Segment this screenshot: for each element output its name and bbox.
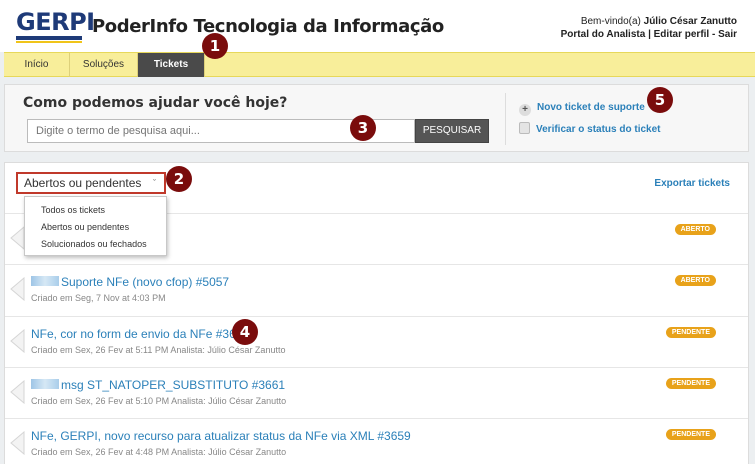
ticket-row[interactable]: msg ST_NATOPER_SUBSTITUTO #3661 Criado em… [5,367,748,419]
ticket-filter-select[interactable]: Abertos ou pendentes ˇ [16,172,166,194]
ticket-arrow-icon [10,380,25,404]
filter-selected: Abertos ou pendentes [24,176,142,190]
document-icon [519,122,530,134]
callout-3: 3 [350,115,376,141]
chevron-down-icon: ˇ [153,178,156,188]
check-status-label: Verificar o status do ticket [536,124,661,135]
status-badge: PENDENTE [665,429,716,440]
filter-option-all[interactable]: Todos os tickets [25,202,166,219]
filter-option-solved[interactable]: Solucionados ou fechados [25,236,166,253]
app-header: GERPI PoderInfo Tecnologia da Informação… [0,0,755,52]
ticket-row[interactable]: Suporte NFe (novo cfop) #5057 Criado em S… [5,264,748,316]
plus-icon: + [519,104,531,116]
export-tickets-link[interactable]: Exportar tickets [654,178,730,189]
callout-5: 5 [647,87,673,113]
filter-option-open[interactable]: Abertos ou pendentes [25,219,166,236]
divider [505,93,506,145]
ticket-row[interactable]: NFe, cor no form de envio da NFe #3662 Cr… [5,316,748,368]
user-name: Júlio César Zanutto [643,16,737,27]
callout-2: 2 [166,166,192,192]
ticket-arrow-icon [10,431,25,455]
redacted-text [31,276,59,286]
user-links[interactable]: Portal do Analista | Editar perfil - Sai… [561,28,737,41]
tab-solucoes[interactable]: Soluções [70,53,138,77]
ticket-title-text: msg ST_NATOPER_SUBSTITUTO #3661 [61,378,286,392]
ticket-meta: Criado em Sex, 26 Fev at 5:10 PM Analist… [31,396,287,406]
ticket-title-text: Suporte NFe (novo cfop) #5057 [61,275,230,289]
status-badge: ABERTO [674,224,716,235]
callout-1: 1 [202,33,228,59]
welcome-text: Bem-vindo(a) [580,16,641,27]
ticket-meta: Criado em Seg, 7 Nov at 4:03 PM [31,293,166,303]
ticket-title-text: NFe, cor no form de envio da NFe #3662 [31,327,250,341]
status-badge: PENDENTE [665,378,716,389]
logo-underline [16,36,82,40]
filter-dropdown: Todos os tickets Abertos ou pendentes So… [24,196,167,256]
search-button[interactable]: PESQUISAR [415,119,489,143]
ticket-meta: Criado em Sex, 26 Fev at 5:11 PM Analist… [31,345,286,355]
new-ticket-link[interactable]: + Novo ticket de suporte [519,102,645,116]
user-box: Bem-vindo(a) Júlio César Zanutto Portal … [561,15,737,41]
logo-underline-accent [16,41,82,43]
main-nav: Início Soluções Tickets [4,52,755,77]
ticket-title[interactable]: Suporte NFe (novo cfop) #5057 [31,275,229,289]
ticket-arrow-icon [10,277,25,301]
ticket-meta: Criado em Sex, 26 Fev at 4:48 PM Analist… [31,447,287,457]
ticket-title-text: NFe, GERPI, novo recurso para atualizar … [31,429,411,443]
logo[interactable]: GERPI [16,8,95,36]
company-title: PoderInfo Tecnologia da Informação [92,16,444,37]
ticket-title[interactable]: msg ST_NATOPER_SUBSTITUTO #3661 [31,378,285,392]
ticket-arrow-icon [10,226,25,250]
ticket-list-panel: Abertos ou pendentes ˇ Exportar tickets … [4,162,749,464]
redacted-text [31,379,59,389]
status-badge: PENDENTE [665,327,716,338]
check-status-link[interactable]: Verificar o status do ticket [519,122,661,135]
callout-4: 4 [232,319,258,345]
tab-tickets[interactable]: Tickets [138,53,205,77]
ticket-arrow-icon [10,329,25,353]
new-ticket-label: Novo ticket de suporte [537,102,645,113]
ticket-row[interactable]: NFe, GERPI, novo recurso para atualizar … [5,418,748,464]
ticket-title[interactable]: NFe, GERPI, novo recurso para atualizar … [31,429,411,443]
ticket-title[interactable]: NFe, cor no form de envio da NFe #3662 [31,327,249,341]
status-badge: ABERTO [674,275,716,286]
search-title: Como podemos ajudar você hoje? [23,95,288,111]
search-panel: Como podemos ajudar você hoje? PESQUISAR… [4,84,749,152]
tab-inicio[interactable]: Início [4,53,70,77]
